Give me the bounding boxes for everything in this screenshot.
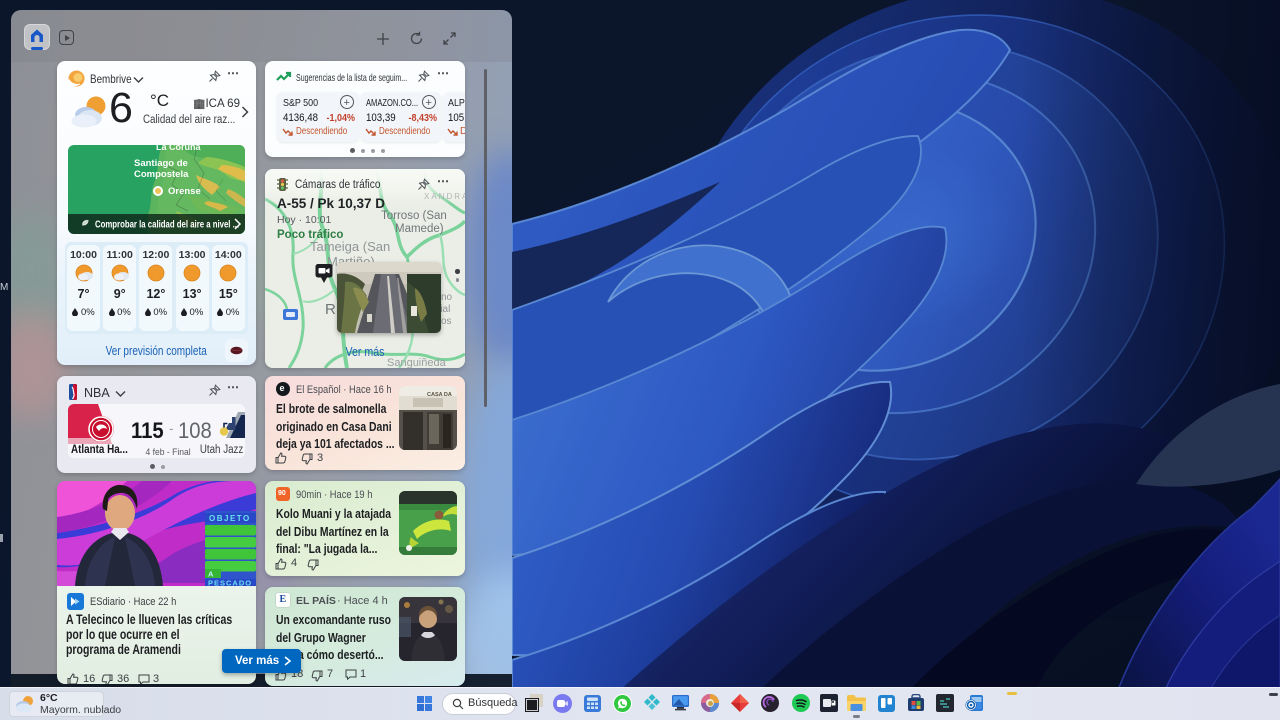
- svg-text:os: os: [441, 316, 452, 327]
- svg-text:A: A: [208, 570, 214, 579]
- svg-text:R: R: [325, 301, 336, 318]
- svg-text:M: M: [0, 282, 8, 293]
- svg-text:Compostela: Compostela: [134, 169, 189, 180]
- svg-text:PESCADO: PESCADO: [208, 579, 252, 586]
- svg-text:Santiago de: Santiago de: [134, 158, 188, 169]
- svg-text:Torroso (San: Torroso (San: [381, 210, 447, 222]
- svg-text:Mamede): Mamede): [395, 223, 444, 235]
- svg-text:Comprobar la calidad del aire: Comprobar la calidad del aire a nivel ..…: [95, 219, 239, 230]
- svg-text:no: no: [441, 292, 453, 303]
- svg-text:Tameiga (San: Tameiga (San: [310, 239, 390, 254]
- svg-text:La Coruña: La Coruña: [156, 145, 201, 152]
- svg-text:Orense: Orense: [168, 186, 201, 197]
- svg-text:OBJETO: OBJETO: [209, 514, 251, 523]
- svg-text:CASA DA: CASA DA: [427, 392, 452, 398]
